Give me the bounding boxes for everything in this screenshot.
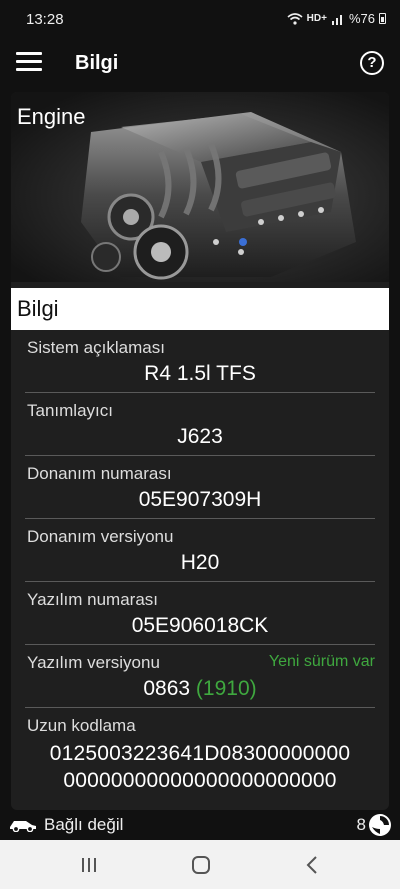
hero-title: Engine — [17, 104, 86, 129]
wifi-icon — [287, 12, 303, 25]
nav-back-icon[interactable] — [298, 852, 328, 878]
info-item-hardware-version: Donanım versiyonu H20 — [25, 519, 375, 582]
nav-recent-icon[interactable] — [74, 852, 104, 878]
section-header: Bilgi — [11, 288, 389, 330]
menu-icon[interactable] — [16, 52, 42, 76]
info-item-software-number: Yazılım numarası 05E906018CK — [25, 582, 375, 645]
connection-status-text: Bağlı değil — [44, 815, 124, 834]
info-value: 05E906018CK — [131, 614, 269, 637]
update-available-notice[interactable]: Yeni sürüm var — [269, 653, 375, 671]
info-value: 0863 (1910) — [25, 677, 375, 701]
info-item-system-description: Sistem açıklaması R4 1.5l TFS — [25, 330, 375, 393]
long-coding-value: 0125003223641D08300000000 00000000000000… — [25, 740, 375, 794]
help-icon[interactable]: ? — [360, 51, 384, 75]
status-time: 13:28 — [26, 11, 64, 28]
engine-image: Engine — [11, 92, 389, 282]
info-value: 05E907309H — [138, 488, 262, 511]
info-value: R4 1.5l TFS — [144, 362, 256, 385]
info-item-identifier: Tanımlayıcı J623 — [25, 393, 375, 456]
signal-icon — [331, 14, 342, 25]
nav-home-icon[interactable] — [186, 852, 216, 878]
info-label: Sistem açıklaması — [27, 338, 165, 357]
status-bar: 13:28 HD+ %76 — [0, 0, 400, 38]
current-version: 0863 — [143, 677, 191, 700]
info-label: Donanım numarası — [27, 464, 172, 483]
info-item-long-coding: Uzun kodlama 0125003223641D08300000000 0… — [25, 708, 375, 806]
long-coding-line: 0125003223641D08300000000 — [49, 742, 351, 765]
info-item-software-version[interactable]: Yazılım versiyonu Yeni sürüm var 0863 (1… — [25, 645, 375, 708]
new-version: (1910) — [195, 677, 257, 700]
info-value: H20 — [180, 551, 220, 574]
info-label: Tanımlayıcı — [27, 401, 113, 420]
info-label: Donanım versiyonu — [27, 527, 174, 546]
app-bar: Bilgi ? — [0, 38, 400, 90]
status-icons: HD+ %76 — [287, 11, 386, 26]
info-card: Engine Bilgi Sistem açıklaması R4 1.5l T… — [11, 92, 389, 810]
info-value: J623 — [177, 425, 223, 448]
count-badge: 8 — [356, 815, 366, 834]
page-title: Bilgi — [75, 52, 119, 74]
network-type-label: HD+ — [306, 13, 327, 24]
system-nav-bar — [0, 840, 400, 889]
battery-percent: %76 — [348, 11, 375, 26]
battery-icon — [379, 13, 386, 24]
long-coding-line: 00000000000000000000000 — [63, 769, 337, 792]
info-item-hardware-number: Donanım numarası 05E907309H — [25, 456, 375, 519]
car-icon — [10, 821, 36, 832]
globe-icon[interactable] — [369, 814, 391, 836]
info-label: Uzun kodlama — [27, 716, 136, 735]
info-label: Yazılım versiyonu — [27, 653, 160, 672]
connection-status-bar: Bağlı değil 8 — [0, 810, 400, 840]
info-label: Yazılım numarası — [27, 590, 159, 609]
